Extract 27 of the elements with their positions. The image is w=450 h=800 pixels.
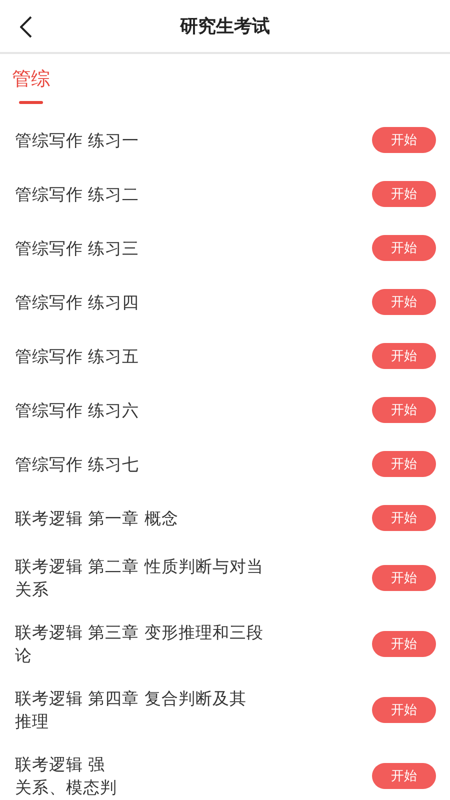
exercise-title: 管综写作 练习一	[15, 130, 140, 152]
exercise-title: 管综写作 练习二	[15, 184, 140, 206]
start-button[interactable]: 开始	[372, 181, 436, 207]
exercise-title: 联考逻辑 第二章 性质判断与对当 关系	[15, 556, 264, 601]
start-button[interactable]: 开始	[372, 505, 436, 531]
exercise-title: 管综写作 练习三	[15, 238, 140, 260]
start-button[interactable]: 开始	[372, 235, 436, 261]
start-button[interactable]: 开始	[372, 697, 436, 723]
start-button[interactable]: 开始	[372, 343, 436, 369]
exercise-title: 管综写作 练习五	[15, 346, 140, 368]
exercise-title: 联考逻辑 第一章 概念	[15, 508, 180, 530]
start-button[interactable]: 开始	[372, 763, 436, 789]
exercise-title: 联考逻辑 第四章 复合判断及其 推理	[15, 688, 248, 733]
exercise-title: 管综写作 练习四	[15, 292, 140, 314]
exercise-title: 联考逻辑 第三章 变形推理和三段 论	[15, 622, 264, 667]
start-button[interactable]: 开始	[372, 289, 436, 315]
start-button[interactable]: 开始	[372, 127, 436, 153]
tab[interactable]: 管综	[12, 66, 50, 112]
exercise-title: 管综写作 练习六	[15, 400, 140, 422]
exercise-title: 联考逻辑 强 关系、模态判	[15, 754, 118, 799]
exercise-title: 管综写作 练习七	[15, 454, 140, 476]
start-button[interactable]: 开始	[372, 397, 436, 423]
start-button[interactable]: 开始	[372, 631, 436, 657]
start-button[interactable]: 开始	[372, 565, 436, 591]
start-button[interactable]: 开始	[372, 451, 436, 477]
back-icon[interactable]	[20, 16, 32, 38]
page-title: 研究生考试	[180, 15, 270, 38]
